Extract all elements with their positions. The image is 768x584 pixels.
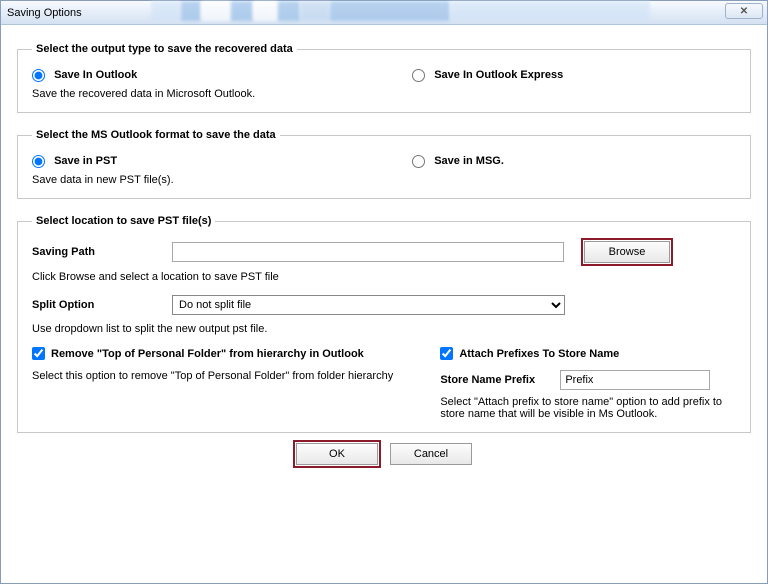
group-location-legend: Select location to save PST file(s) (32, 215, 215, 227)
split-option-help: Use dropdown list to split the new outpu… (32, 323, 736, 335)
saving-path-input[interactable] (172, 242, 564, 262)
dialog-content: Select the output type to save the recov… (1, 25, 767, 475)
group-output-type: Select the output type to save the recov… (17, 43, 751, 113)
close-button[interactable]: ✕ (725, 3, 763, 19)
footer-buttons: OK Cancel (17, 443, 751, 465)
group-outlook-format-legend: Select the MS Outlook format to save the… (32, 129, 280, 141)
output-type-help: Save the recovered data in Microsoft Out… (32, 88, 736, 100)
checkbox-attach-prefix-label: Attach Prefixes To Store Name (459, 348, 619, 360)
radio-save-outlook-express[interactable] (412, 69, 425, 82)
checkbox-attach-prefix[interactable] (440, 347, 453, 360)
cancel-button[interactable]: Cancel (390, 443, 472, 465)
remove-top-help: Select this option to remove "Top of Per… (32, 370, 430, 382)
group-outlook-format: Select the MS Outlook format to save the… (17, 129, 751, 199)
radio-save-pst-wrap[interactable]: Save in PST (32, 155, 117, 167)
radio-save-msg[interactable] (412, 155, 425, 168)
saving-path-label: Saving Path (32, 246, 172, 258)
radio-save-msg-label: Save in MSG. (434, 155, 504, 167)
checkbox-remove-top[interactable] (32, 347, 45, 360)
browse-button[interactable]: Browse (584, 241, 670, 263)
store-name-prefix-input[interactable] (560, 370, 710, 390)
radio-save-outlook-label: Save In Outlook (54, 69, 137, 81)
split-option-select[interactable]: Do not split file (172, 295, 565, 315)
background-blur (151, 1, 650, 21)
radio-save-pst[interactable] (32, 155, 45, 168)
checkbox-remove-top-label: Remove "Top of Personal Folder" from hie… (51, 348, 364, 360)
store-name-prefix-help: Select "Attach prefix to store name" opt… (440, 396, 736, 420)
radio-save-outlook[interactable] (32, 69, 45, 82)
dialog-window: Saving Options ✕ Select the output type … (0, 0, 768, 584)
ok-button[interactable]: OK (296, 443, 378, 465)
radio-save-outlook-wrap[interactable]: Save In Outlook (32, 69, 137, 81)
store-name-prefix-label: Store Name Prefix (440, 374, 560, 386)
radio-save-pst-label: Save in PST (54, 155, 117, 167)
saving-path-help: Click Browse and select a location to sa… (32, 271, 736, 283)
split-option-label: Split Option (32, 299, 172, 311)
titlebar: Saving Options ✕ (1, 1, 767, 25)
group-output-type-legend: Select the output type to save the recov… (32, 43, 297, 55)
group-location: Select location to save PST file(s) Savi… (17, 215, 751, 433)
close-icon: ✕ (740, 6, 748, 17)
window-title: Saving Options (7, 7, 82, 19)
radio-save-msg-wrap[interactable]: Save in MSG. (412, 155, 504, 167)
outlook-format-help: Save data in new PST file(s). (32, 174, 736, 186)
radio-save-outlook-express-label: Save In Outlook Express (434, 69, 563, 81)
radio-save-outlook-express-wrap[interactable]: Save In Outlook Express (412, 69, 563, 81)
